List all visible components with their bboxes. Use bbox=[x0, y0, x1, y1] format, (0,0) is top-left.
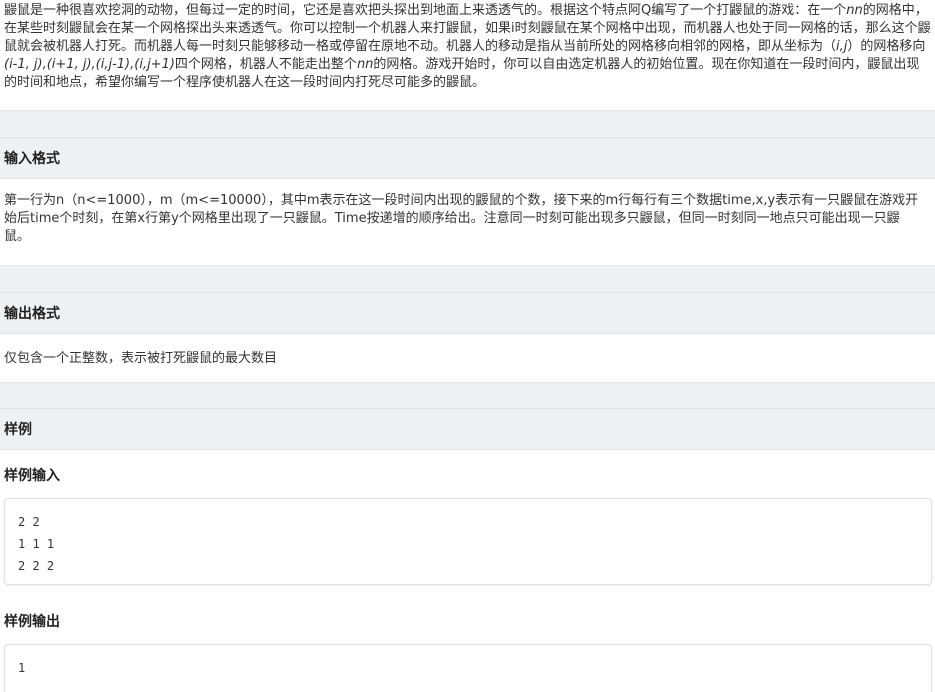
math-moves: (i-1, j),(i+1, j),(i,j-1),(i,j+1) bbox=[4, 57, 175, 72]
sample-header: 样例 bbox=[0, 408, 935, 450]
sample-input-box[interactable]: 2 2 1 1 1 2 2 2 bbox=[4, 498, 932, 585]
input-format-header: 输入格式 bbox=[0, 137, 935, 179]
sample-output-line: 1 bbox=[18, 661, 26, 675]
sample-title: 样例 bbox=[4, 422, 32, 438]
sample-input-title: 样例输入 bbox=[4, 468, 60, 484]
section-divider bbox=[0, 265, 935, 293]
input-format-body: 第一行为n（n<=1000），m（m<=10000），其中m表示在这一段时间内出… bbox=[0, 192, 927, 246]
description-text: ）的网格移向 bbox=[847, 39, 926, 54]
problem-description: 鼹鼠是一种很喜欢挖洞的动物，但每过一定的时间，它还是喜欢把头探出到地面上来透透气… bbox=[0, 2, 935, 92]
section-divider bbox=[0, 382, 935, 409]
sample-input-line: 2 2 2 bbox=[18, 559, 55, 573]
sample-input-line: 2 2 bbox=[18, 515, 40, 529]
description-text: 鼹鼠是一种很喜欢挖洞的动物，但每过一定的时间，它还是喜欢把头探出到地面上来透透气… bbox=[4, 3, 847, 18]
math-ij: i,j bbox=[836, 39, 848, 54]
math-nn: nn bbox=[356, 57, 374, 72]
description-text: 四个网格，机器人不能走出整个 bbox=[174, 57, 357, 72]
input-format-text: 第一行为n（n<=1000），m（m<=10000），其中m表示在这一段时间内出… bbox=[4, 193, 919, 244]
section-divider bbox=[0, 110, 935, 138]
sample-input-line: 1 1 1 bbox=[18, 537, 55, 551]
output-format-header: 输出格式 bbox=[0, 292, 935, 334]
output-format-title: 输出格式 bbox=[4, 306, 60, 322]
math-nn: nn bbox=[846, 3, 863, 18]
output-format-body: 仅包含一个正整数，表示被打死鼹鼠的最大数目 bbox=[0, 350, 927, 368]
input-format-title: 输入格式 bbox=[4, 151, 60, 167]
sample-output-box[interactable]: 1 bbox=[4, 644, 932, 692]
output-format-text: 仅包含一个正整数，表示被打死鼹鼠的最大数目 bbox=[4, 351, 278, 366]
problem-page: 鼹鼠是一种很喜欢挖洞的动物，但每过一定的时间，它还是喜欢把头探出到地面上来透透气… bbox=[0, 0, 935, 692]
sample-output-title: 样例输出 bbox=[4, 614, 60, 630]
